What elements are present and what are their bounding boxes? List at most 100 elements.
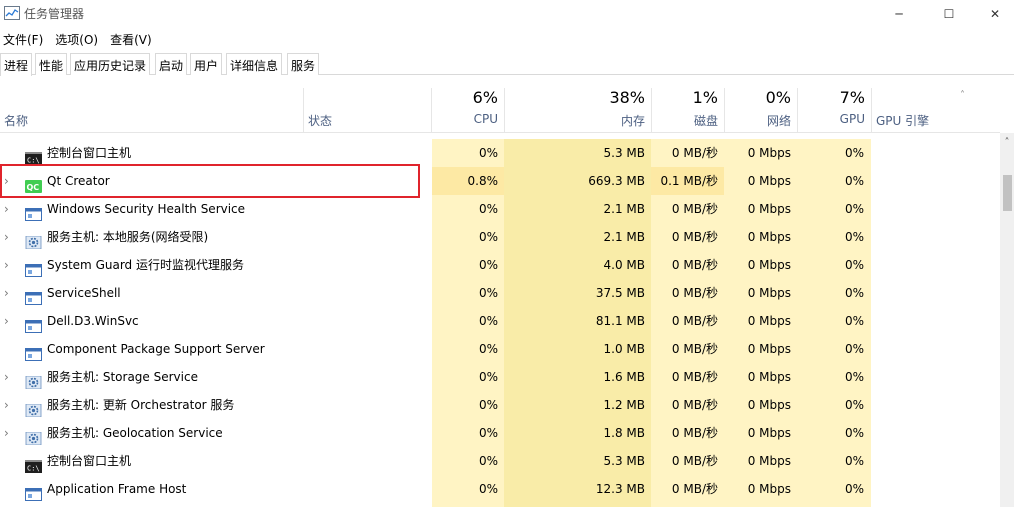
column-status-label: 状态	[308, 114, 333, 128]
highlight-box	[0, 164, 420, 198]
scroll-up-icon[interactable]: ˄	[1000, 137, 1014, 148]
process-row[interactable]: › System Guard 运行时监视代理服务 0% 4.0 MB 0 MB/秒 0 M…	[0, 251, 1000, 279]
process-cpu: 0%	[478, 398, 498, 412]
process-network: 0 Mbps	[747, 286, 791, 300]
process-name: 服务主机: 本地服务(网络受限)	[47, 230, 209, 244]
column-cpu-percent: 6%	[472, 88, 498, 107]
process-row[interactable]: C:\ 控制台窗口主机 0% 5.3 MB 0 MB/秒 0 Mbps 0%	[0, 447, 1000, 475]
process-disk: 0 MB/秒	[671, 426, 718, 440]
window-icon	[25, 259, 42, 277]
tab-app-history[interactable]: 应用历史记录	[70, 53, 151, 75]
column-memory[interactable]: 38% 内存	[505, 88, 651, 132]
maximize-button[interactable]: ☐	[926, 0, 972, 27]
process-row[interactable]: › Windows Security Health Service 0% 2.1 MB…	[0, 195, 1000, 223]
column-gpu-engine-label: GPU 引擎	[876, 114, 930, 128]
column-status[interactable]: 状态	[304, 88, 431, 132]
process-name: Component Package Support Server	[47, 342, 265, 356]
expand-chevron-icon[interactable]: ›	[4, 391, 14, 419]
vertical-scrollbar[interactable]: ˄	[1000, 133, 1014, 507]
tab-performance[interactable]: 性能	[35, 53, 68, 75]
column-cpu[interactable]: 6% CPU	[432, 88, 504, 132]
process-memory: 1.2 MB	[603, 398, 645, 412]
process-network: 0 Mbps	[747, 482, 791, 496]
tab-services[interactable]: 服务	[287, 53, 320, 75]
column-header: 名称 状态 6% CPU 38% 内存 1% 磁盘 0% 网络 7% GPU G…	[0, 88, 1000, 133]
process-row[interactable]: › 服务主机: Geolocation Service 0% 1.8 MB 0 MB/秒…	[0, 419, 1000, 447]
title-bar: 任务管理器 ─ ☐ ✕	[0, 0, 1014, 27]
process-gpu: 0%	[844, 370, 864, 384]
process-cpu: 0%	[478, 202, 498, 216]
process-memory: 5.3 MB	[603, 454, 645, 468]
menu-view[interactable]: 查看(V)	[107, 28, 156, 48]
process-row[interactable]: › Dell.D3.WinSvc 0% 81.1 MB 0 MB/秒 0 Mbps 0%	[0, 307, 1000, 335]
process-memory: 5.3 MB	[603, 146, 645, 160]
expand-chevron-icon[interactable]: ›	[4, 251, 14, 279]
tab-processes[interactable]: 进程	[0, 53, 33, 76]
process-network: 0 Mbps	[747, 426, 791, 440]
close-icon: ✕	[989, 6, 1001, 21]
gear-icon	[25, 399, 42, 418]
process-memory: 12.3 MB	[595, 482, 645, 496]
tab-startup[interactable]: 启动	[155, 53, 188, 75]
menu-file[interactable]: 文件(F)	[0, 28, 47, 48]
menu-bar: 文件(F) 选项(O) 查看(V)	[0, 28, 161, 48]
process-gpu: 0%	[844, 398, 864, 412]
process-network: 0 Mbps	[747, 314, 791, 328]
close-button[interactable]: ✕	[972, 0, 1014, 27]
process-network: 0 Mbps	[747, 342, 791, 356]
tab-details[interactable]: 详细信息	[226, 53, 283, 75]
process-row[interactable]: › 服务主机: 本地服务(网络受限) 0% 2.1 MB 0 MB/秒 0 Mbps 0%	[0, 223, 1000, 251]
process-row[interactable]: › 服务主机: Storage Service 0% 1.6 MB 0 MB/秒 0 Mb…	[0, 363, 1000, 391]
process-name: System Guard 运行时监视代理服务	[47, 258, 244, 272]
process-memory: 81.1 MB	[595, 314, 645, 328]
process-gpu: 0%	[844, 314, 864, 328]
window-icon	[25, 343, 42, 361]
process-gpu: 0%	[844, 146, 864, 160]
process-gpu: 0%	[844, 482, 864, 496]
process-disk: 0 MB/秒	[671, 202, 718, 216]
minimize-button[interactable]: ─	[876, 0, 922, 27]
process-memory: 2.1 MB	[603, 230, 645, 244]
process-disk: 0.1 MB/秒	[660, 174, 718, 188]
tab-users[interactable]: 用户	[190, 53, 223, 75]
column-network-percent: 0%	[765, 88, 791, 107]
process-memory: 37.5 MB	[595, 286, 645, 300]
expand-chevron-icon[interactable]: ›	[4, 419, 14, 447]
window-icon	[25, 315, 42, 333]
process-memory: 2.1 MB	[603, 202, 645, 216]
process-memory: 1.0 MB	[603, 342, 645, 356]
process-name: Application Frame Host	[47, 482, 187, 496]
process-row[interactable]: Application Frame Host 0% 12.3 MB 0 MB/秒 0 M…	[0, 475, 1000, 503]
process-row[interactable]: › 服务主机: 更新 Orchestrator 服务 0% 1.2 MB 0 MB/秒 0…	[0, 391, 1000, 419]
process-name: 服务主机: 更新 Orchestrator 服务	[47, 398, 235, 412]
menu-options[interactable]: 选项(O)	[52, 28, 102, 48]
process-row[interactable]: › ServiceShell 0% 37.5 MB 0 MB/秒 0 Mbps 0%	[0, 279, 1000, 307]
process-cpu: 0%	[478, 286, 498, 300]
scroll-thumb[interactable]	[1003, 175, 1012, 211]
process-row[interactable]: C:\ 控制台窗口主机 0% 5.3 MB 0 MB/秒 0 Mbps 0%	[0, 139, 1000, 167]
process-cpu: 0%	[478, 426, 498, 440]
gear-icon	[25, 231, 42, 250]
gear-icon	[25, 371, 42, 390]
column-gpu[interactable]: 7% GPU	[798, 88, 871, 132]
sort-indicator-icon: ˄	[960, 90, 965, 101]
column-name[interactable]: 名称	[0, 88, 303, 132]
expand-chevron-icon[interactable]: ›	[4, 223, 14, 251]
expand-chevron-icon[interactable]: ›	[4, 363, 14, 391]
process-row[interactable]: Component Package Support Server 0% 1.0 MB…	[0, 335, 1000, 363]
expand-chevron-icon[interactable]: ›	[4, 307, 14, 335]
window-icon	[25, 203, 42, 221]
console-icon: C:\	[25, 455, 42, 473]
task-manager-icon	[4, 6, 20, 20]
column-network[interactable]: 0% 网络	[725, 88, 797, 132]
column-disk[interactable]: 1% 磁盘	[652, 88, 724, 132]
process-cpu: 0%	[478, 230, 498, 244]
process-network: 0 Mbps	[747, 398, 791, 412]
process-gpu: 0%	[844, 286, 864, 300]
expand-chevron-icon[interactable]: ›	[4, 279, 14, 307]
expand-chevron-icon[interactable]: ›	[4, 195, 14, 223]
process-cpu: 0%	[478, 146, 498, 160]
process-network: 0 Mbps	[747, 230, 791, 244]
column-memory-percent: 38%	[609, 88, 645, 107]
column-gpu-engine[interactable]: GPU 引擎	[872, 88, 1000, 132]
